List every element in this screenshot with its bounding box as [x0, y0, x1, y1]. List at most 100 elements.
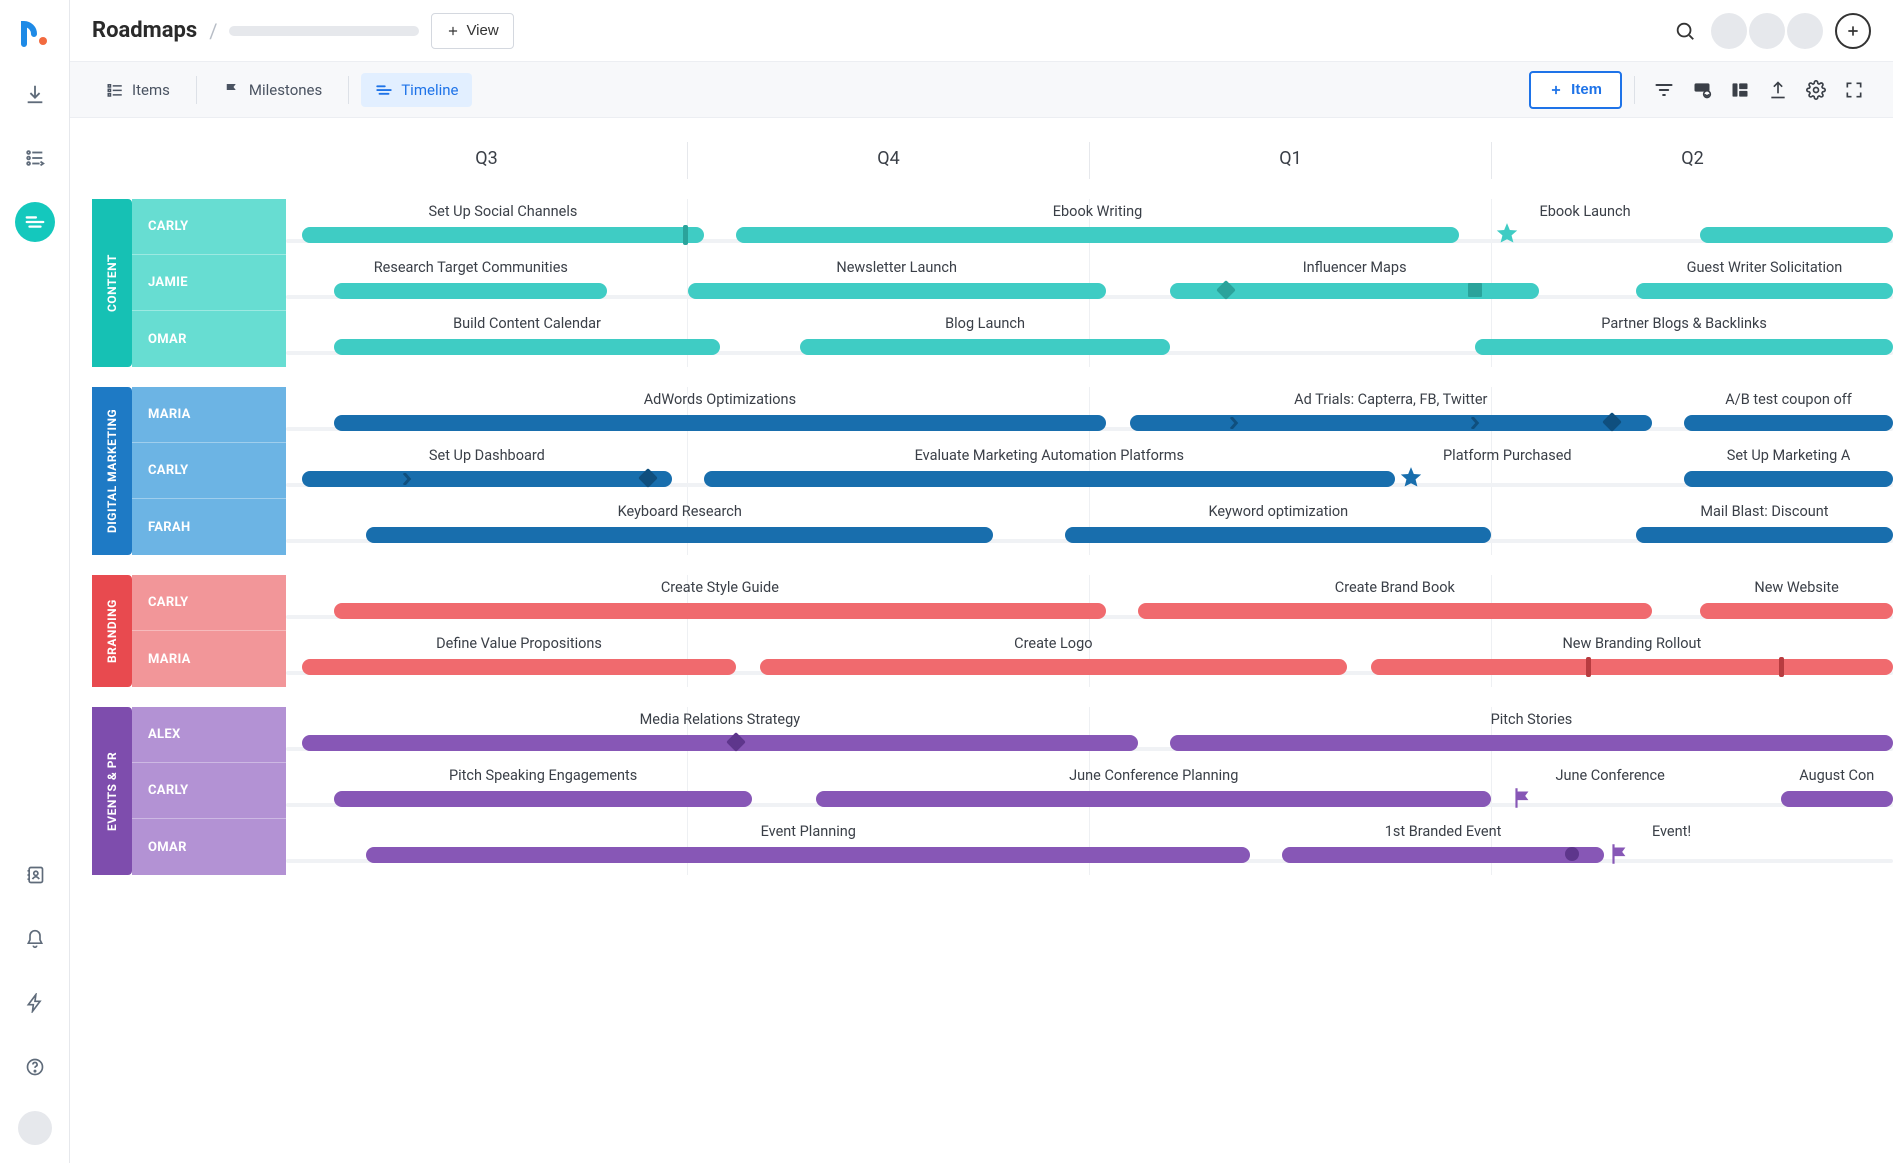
fullscreen-icon[interactable] — [1837, 73, 1871, 107]
gantt-bar[interactable] — [1282, 847, 1603, 863]
swimlane-member-cell[interactable]: JAMIE — [132, 255, 286, 311]
add-item-button[interactable]: Item — [1529, 71, 1622, 109]
dot-marker-icon[interactable] — [1559, 841, 1585, 867]
gantt-bar[interactable] — [334, 791, 752, 807]
gantt-bar[interactable] — [302, 227, 704, 243]
gantt-bar[interactable] — [1684, 471, 1893, 487]
swimlane-member-cell[interactable]: OMAR — [132, 311, 286, 367]
items-tab[interactable]: Items — [92, 73, 184, 107]
gantt-bar-label: A/B test coupon off — [1684, 389, 1893, 409]
link-icon[interactable] — [1685, 73, 1719, 107]
diamond-marker-icon[interactable] — [635, 465, 661, 491]
import-nav-icon[interactable] — [15, 74, 55, 114]
gantt-chart: Q3Q4Q1Q2CONTENTCARLYJAMIEOMARSet Up Soci… — [92, 142, 1893, 875]
export-icon[interactable] — [1761, 73, 1795, 107]
gantt-bar[interactable] — [1475, 339, 1893, 355]
swimlane-row: Media Relations StrategyPitch Stories — [286, 707, 1893, 763]
help-nav-icon[interactable] — [15, 1047, 55, 1087]
swimlane-row: Set Up DashboardEvaluate Marketing Autom… — [286, 443, 1893, 499]
gantt-bar[interactable] — [1065, 527, 1491, 543]
gantt-bar[interactable] — [302, 471, 672, 487]
chevron-marker-icon[interactable] — [1228, 417, 1240, 429]
gantt-bar-label: Create Style Guide — [334, 577, 1105, 597]
star-milestone-icon[interactable] — [1398, 465, 1424, 491]
gantt-bar[interactable] — [736, 227, 1459, 243]
gantt-bar[interactable] — [1700, 227, 1893, 243]
diamond-marker-icon[interactable] — [723, 729, 749, 755]
swimlane-member-cell[interactable]: CARLY — [132, 575, 286, 631]
gantt-bar-label: Research Target Communities — [334, 257, 607, 277]
gantt-bar[interactable] — [1684, 415, 1893, 431]
gantt-bar[interactable] — [1636, 527, 1893, 543]
list-nav-icon[interactable] — [15, 138, 55, 178]
gantt-bar-label: Define Value Propositions — [302, 633, 736, 653]
gantt-bar-label: Pitch Speaking Engagements — [334, 765, 752, 785]
gantt-bar[interactable] — [1371, 659, 1893, 675]
flag-milestone-icon[interactable] — [1607, 841, 1633, 867]
tick-marker-icon[interactable] — [1779, 657, 1784, 677]
gantt-bar[interactable] — [1170, 735, 1893, 751]
gantt-bar[interactable] — [302, 659, 736, 675]
gantt-bar[interactable] — [704, 471, 1395, 487]
timeline-scroll[interactable]: Q3Q4Q1Q2CONTENTCARLYJAMIEOMARSet Up Soci… — [70, 118, 1893, 1163]
gantt-bar[interactable] — [1130, 415, 1652, 431]
gantt-bar[interactable] — [334, 603, 1105, 619]
swimlane-member-cell[interactable]: CARLY — [132, 443, 286, 499]
layout-icon[interactable] — [1723, 73, 1757, 107]
flag-milestone-icon[interactable] — [1510, 785, 1536, 811]
timeline-tab[interactable]: Timeline — [361, 73, 472, 107]
tick-marker-icon[interactable] — [1586, 657, 1591, 677]
gantt-bar[interactable] — [688, 283, 1106, 299]
gantt-bar[interactable] — [1636, 283, 1893, 299]
swimlane-row: Keyboard ResearchKeyword optimizationMai… — [286, 499, 1893, 555]
timeline-nav-icon[interactable] — [15, 202, 55, 242]
search-icon[interactable] — [1671, 17, 1699, 45]
swimlane-member-cell[interactable]: MARIA — [132, 387, 286, 443]
swimlane-member-cell[interactable]: OMAR — [132, 819, 286, 875]
gantt-bar[interactable] — [816, 791, 1491, 807]
gantt-bar-label: Evaluate Marketing Automation Platforms — [704, 445, 1395, 465]
notifications-nav-icon[interactable] — [15, 919, 55, 959]
swimlane-track-area: Media Relations StrategyPitch StoriesPit… — [286, 707, 1893, 875]
filter-icon[interactable] — [1647, 73, 1681, 107]
diamond-marker-icon[interactable] — [1213, 277, 1239, 303]
star-milestone-icon[interactable] — [1494, 221, 1520, 247]
swimlane-member-cell[interactable]: ALEX — [132, 707, 286, 763]
swimlane-member-cell[interactable]: FARAH — [132, 499, 286, 555]
gantt-bar[interactable] — [366, 527, 993, 543]
breadcrumb-current-placeholder[interactable] — [229, 26, 419, 36]
swimlane-member-cell[interactable]: CARLY — [132, 199, 286, 255]
gantt-bar[interactable] — [1138, 603, 1652, 619]
gantt-bar-label: Media Relations Strategy — [302, 709, 1138, 729]
milestones-tab-label: Milestones — [249, 81, 322, 99]
gantt-bar[interactable] — [1700, 603, 1893, 619]
gantt-bar[interactable] — [760, 659, 1347, 675]
swimlane-member-cell[interactable]: MARIA — [132, 631, 286, 687]
contacts-nav-icon[interactable] — [15, 855, 55, 895]
milestones-tab[interactable]: Milestones — [209, 73, 336, 107]
gantt-bar-label: Blog Launch — [800, 313, 1170, 333]
gantt-bar[interactable] — [334, 283, 607, 299]
chevron-marker-icon[interactable] — [1469, 417, 1481, 429]
add-view-button[interactable]: View — [431, 13, 513, 49]
gantt-bar[interactable] — [302, 735, 1138, 751]
gantt-bar[interactable] — [1781, 791, 1893, 807]
chevron-marker-icon[interactable] — [401, 473, 413, 485]
tick-marker-icon[interactable] — [683, 225, 688, 245]
swimlane-member-cell[interactable]: CARLY — [132, 763, 286, 819]
collaborator-avatars[interactable] — [1711, 13, 1823, 49]
gantt-bar[interactable] — [366, 847, 1250, 863]
user-avatar[interactable] — [18, 1111, 52, 1145]
quarter-header: Q4 — [687, 142, 1089, 179]
quarter-header: Q1 — [1089, 142, 1491, 179]
gantt-bar[interactable] — [800, 339, 1170, 355]
diamond-marker-icon[interactable] — [1599, 409, 1625, 435]
automations-nav-icon[interactable] — [15, 983, 55, 1023]
square-marker-icon[interactable] — [1462, 277, 1488, 303]
settings-icon[interactable] — [1799, 73, 1833, 107]
quarter-header: Q3 — [286, 142, 687, 179]
gantt-bar[interactable] — [334, 339, 720, 355]
invite-user-button[interactable] — [1835, 13, 1871, 49]
gantt-bar[interactable] — [334, 415, 1105, 431]
breadcrumb-root[interactable]: Roadmaps — [92, 18, 197, 43]
